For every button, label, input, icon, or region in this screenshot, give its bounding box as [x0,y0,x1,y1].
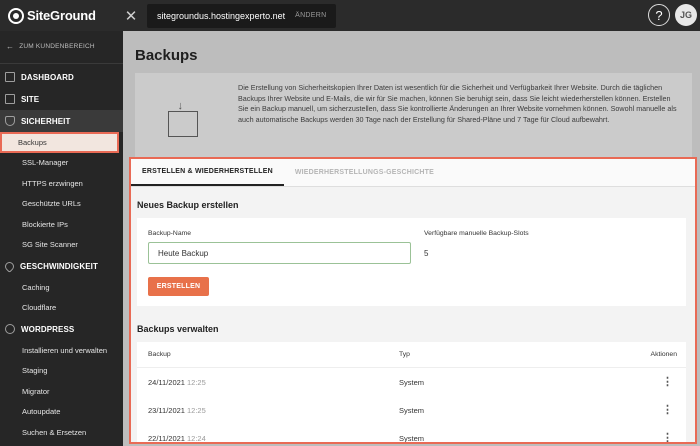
nav-section-security[interactable]: SICHERHEIT [0,110,123,132]
sidebar: ← ZUM KUNDENBEREICH DASHBOARD SITE SICHE… [0,31,123,446]
sidebar-item-cloudflare[interactable]: Cloudflare [0,298,123,319]
logo-icon [8,7,24,24]
back-link-label: ZUM KUNDENBEREICH [19,42,95,50]
change-site-button[interactable]: ÄNDERN [295,12,326,19]
backup-type: System [399,377,425,387]
page-title: Backups [135,47,198,64]
more-actions-icon[interactable]: ⋮ [662,377,673,388]
sidebar-item-install-manage[interactable]: Installieren und verwalten [0,340,123,361]
nav-section-label: SICHERHEIT [21,116,71,126]
sidebar-item-migrator[interactable]: Migrator [0,381,123,402]
backup-date: 24/11/2021 12:25 [148,377,206,387]
sidebar-item-backups[interactable]: Backups [0,132,119,153]
backup-type: System [399,405,425,415]
rocket-icon [3,259,16,273]
nav-section-site[interactable]: SITE [0,88,123,110]
avatar[interactable]: JG [675,4,697,26]
column-header-type: Typ [399,351,410,358]
more-actions-icon[interactable]: ⋮ [662,405,673,416]
tab-create-restore[interactable]: ERSTELLEN & WIEDERHERSTELLEN [131,159,284,186]
table-header: Backup Typ Aktionen [137,342,686,368]
slots-value: 5 [424,249,429,258]
sidebar-item-ssl-manager[interactable]: SSL-Manager [0,153,123,174]
nav-section-label: SITE [21,94,40,104]
column-header-actions: Aktionen [650,351,677,358]
backup-name-input[interactable]: Heute Backup [148,242,411,264]
column-header-backup: Backup [148,351,171,358]
slots-label: Verfügbare manuelle Backup-Slots [424,230,529,237]
table-row: 22/11/2021 12:24 System ⋮ [137,424,686,443]
site-url: sitegroundus.hostingexperto.net [157,10,286,21]
tab-bar: ERSTELLEN & WIEDERHERSTELLEN WIEDERHERST… [131,159,695,187]
sidebar-item-staging[interactable]: Staging [0,361,123,382]
shield-icon [5,116,15,126]
sidebar-item-protected-urls[interactable]: Geschützte URLs [0,194,123,215]
table-row: 24/11/2021 12:25 System ⋮ [137,368,686,396]
arrow-left-icon: ← [6,41,15,51]
wordpress-icon [5,324,15,334]
backup-date: 22/11/2021 12:24 [148,433,206,443]
box-download-icon [167,100,198,137]
main-content: Backups Die Erstellung von Sicherheitsko… [123,31,700,446]
site-selector[interactable]: sitegroundus.hostingexperto.net ÄNDERN [147,3,337,28]
backups-table: Backup Typ Aktionen 24/11/2021 12:25 Syst… [137,342,686,443]
backup-type: System [399,433,425,443]
divider [0,63,123,64]
backup-date: 23/11/2021 12:25 [148,405,206,415]
create-backup-title: Neues Backup erstellen [137,200,239,210]
nav-section-dashboard[interactable]: DASHBOARD [0,66,123,88]
create-backup-card: Backup-Name Verfügbare manuelle Backup-S… [137,218,686,306]
logo-text: SiteGround [27,8,96,23]
nav-section-wordpress[interactable]: WORDPRESS [0,318,123,340]
help-icon[interactable]: ? [648,4,670,26]
tab-restore-history[interactable]: WIEDERHERSTELLUNGS-GESCHICHTE [284,159,445,186]
nav-section-label: DASHBOARD [21,72,74,82]
close-icon[interactable]: ✕ [123,7,139,25]
create-button[interactable]: ERSTELLEN [148,277,209,296]
siteground-logo[interactable]: SiteGround [0,0,123,31]
more-actions-icon[interactable]: ⋮ [662,433,673,443]
nav-section-label: WORDPRESS [21,324,75,334]
manage-backups-title: Backups verwalten [137,324,219,334]
site-icon [5,94,15,104]
table-row: 23/11/2021 12:25 System ⋮ [137,396,686,424]
sidebar-item-https-enforce[interactable]: HTTPS erzwingen [0,173,123,194]
sidebar-item-site-scanner[interactable]: SG Site Scanner [0,235,123,256]
backup-panel: ERSTELLEN & WIEDERHERSTELLEN WIEDERHERST… [129,157,697,444]
sidebar-item-search-replace[interactable]: Suchen & Ersetzen [0,422,123,443]
sidebar-item-autoupdate[interactable]: Autoupdate [0,402,123,423]
back-to-client-area-link[interactable]: ← ZUM KUNDENBEREICH [0,31,123,61]
top-bar: SiteGround ✕ sitegroundus.hostingexperto… [0,0,700,31]
nav-section-label: GESCHWINDIGKEIT [20,261,98,271]
sidebar-item-blocked-ips[interactable]: Blockierte IPs [0,214,123,235]
nav-section-speed[interactable]: GESCHWINDIGKEIT [0,255,123,277]
dashboard-icon [5,72,15,82]
sidebar-item-caching[interactable]: Caching [0,277,123,298]
backup-name-label: Backup-Name [148,230,192,237]
